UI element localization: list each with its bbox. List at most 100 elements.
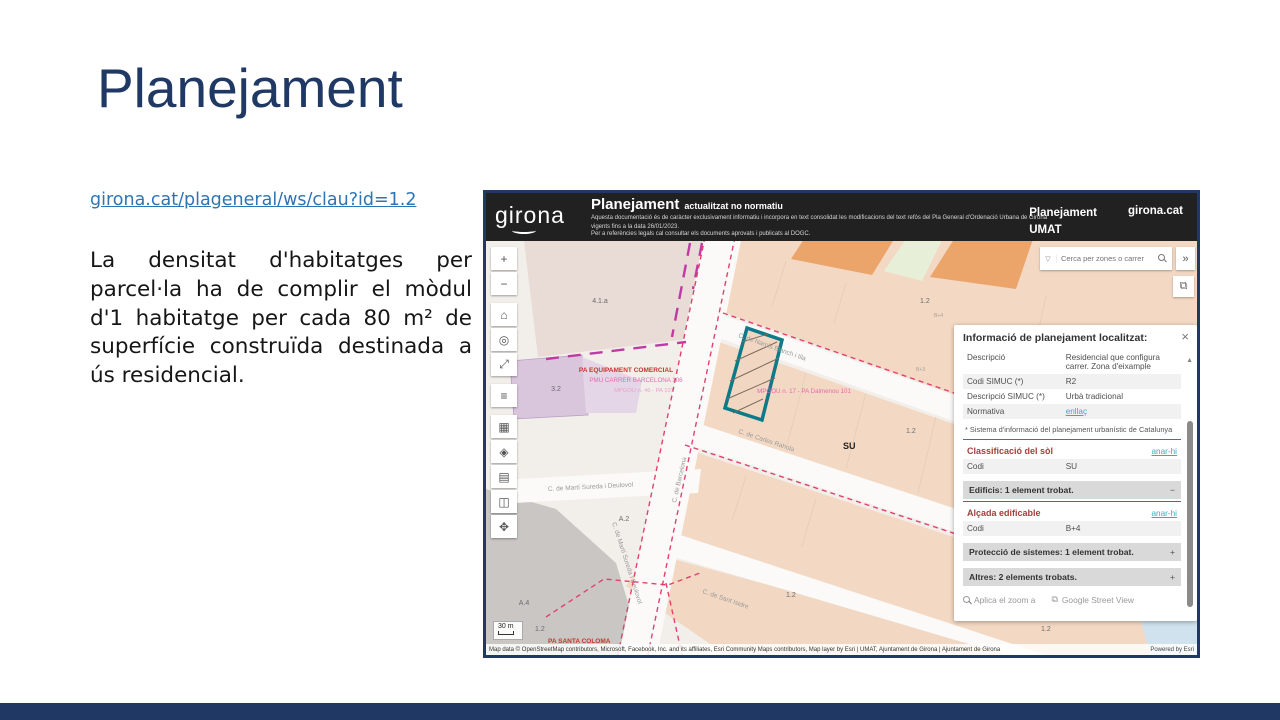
zone-label: 1.2 [920, 298, 930, 305]
zone-label: A.4 [519, 600, 530, 607]
app-title-sub: actualitzat no normatiu [684, 201, 783, 211]
height-code-label: B+3 [916, 367, 925, 373]
header-org-name: UMAT [1029, 222, 1097, 239]
search-filter-dropdown[interactable]: ▽ [1040, 255, 1057, 263]
search-icon[interactable] [1158, 254, 1165, 261]
zoom-in-button[interactable]: + [491, 247, 517, 270]
panel-footnote: * Sistema d'informació del planejament u… [965, 425, 1181, 434]
section-classificacio: Classificació del sòl anar-hi [963, 442, 1181, 459]
table-row: Codi B+4 [963, 521, 1181, 536]
pmu-label: PMU CARRER BARCELONA 106 [589, 377, 683, 384]
row-label: Codi [967, 524, 1066, 533]
legend-button[interactable]: ≡ [491, 384, 517, 407]
zone-label: 1.2 [786, 592, 796, 599]
row-label: Normativa [967, 407, 1066, 416]
row-value: SU [1066, 462, 1177, 471]
section-header-label: Altres: 2 elements trobats. [969, 572, 1077, 582]
expand-icon[interactable]: + [1170, 572, 1175, 582]
measure-button[interactable]: ◫ [491, 490, 517, 513]
proteccio-section-header[interactable]: Protecció de sistemes: 1 element trobat.… [963, 543, 1181, 561]
row-label: Descripció SIMUC (*) [967, 392, 1066, 401]
disclaimer-line-1: Aquesta documentació és de caràcter excl… [591, 214, 1061, 231]
info-panel: Informació de planejament localitzat: × … [954, 325, 1197, 621]
normativa-link[interactable]: enllaç [1066, 407, 1177, 416]
map-toolbar: + − ⌂ ◎ ⤢ ≡ ▦ ◈ ▤ ◫ ✥ [491, 247, 517, 538]
divider [963, 439, 1181, 440]
slide-footer-bar [0, 703, 1280, 720]
extent-button[interactable]: ⤢ [491, 353, 517, 376]
powered-by-text: Powered by Esri [1150, 647, 1194, 653]
section-title: Classificació del sòl [967, 446, 1053, 456]
scale-bar: 30 m [493, 621, 523, 640]
zone-label: 1.2 [1041, 626, 1051, 633]
table-row: Codi SIMUC (*) R2 [963, 374, 1181, 389]
row-label: Descripció [967, 353, 1066, 362]
row-label: Codi SIMUC (*) [967, 377, 1066, 386]
zone-label: 1.2 [906, 428, 916, 435]
table-row: Descripció Residencial que configura car… [963, 350, 1181, 374]
mpgou-label: MPGOU n. 17 - PA Dalmenou 101 [757, 388, 851, 395]
basemap-button[interactable]: ▦ [491, 415, 517, 438]
apply-zoom-label: Aplica el zoom a [974, 595, 1035, 605]
pa-label: PA EQUIPAMENT COMERCIAL [579, 367, 673, 374]
row-value: B+4 [1066, 524, 1177, 533]
table-row: Codi SU [963, 459, 1181, 474]
section-title: Alçada edificable [967, 508, 1041, 518]
app-title-main: Planejament [591, 196, 679, 213]
app-title: Planejament actualitzat no normatiu [591, 196, 783, 214]
goto-link[interactable]: anar-hi [1152, 447, 1178, 456]
zoom-icon [963, 596, 970, 603]
expand-tools-button[interactable]: » [1176, 247, 1195, 270]
table-row: Normativa enllaç [963, 404, 1181, 419]
search-input[interactable] [1057, 254, 1155, 263]
scale-tick [498, 631, 514, 635]
su-label: SU [843, 441, 856, 451]
street-view-label: Google Street View [1062, 595, 1134, 605]
external-link-icon: ⧉ [1051, 594, 1057, 605]
disclaimer-line-2: Per a referències legals cal consultar e… [591, 230, 1061, 239]
map-screenshot: girona Planejamentactualitzat no normati… [483, 190, 1200, 658]
street-view-action[interactable]: ⧉ Google Street View [1051, 594, 1133, 605]
girona-logo-arc [512, 227, 536, 234]
scale-label: 30 m [498, 623, 514, 630]
section-header-label: Protecció de sistemes: 1 element trobat. [969, 547, 1134, 557]
copy-pages-icon[interactable]: ⧉ [1173, 276, 1194, 297]
search-bar: ▽ [1040, 247, 1172, 270]
mpgou-label: MPGOU n. 46 - PA 101 [614, 388, 674, 394]
page-title: Planejament [97, 56, 403, 120]
zone-label: 1.2 [535, 626, 545, 633]
map-canvas[interactable]: 4.1.a 3.2 PA EQUIPAMENT COMERCIAL PMU CA… [486, 241, 1197, 655]
divider [963, 501, 1181, 502]
edificis-section-header[interactable]: Edificis: 1 element trobat. − [963, 481, 1181, 499]
table-row: Descripció SIMUC (*) Urbà tradicional [963, 389, 1181, 404]
goto-link[interactable]: anar-hi [1152, 509, 1178, 518]
row-value: Residencial que configura carrer. Zona d… [1066, 353, 1177, 371]
section-header-label: Edificis: 1 element trobat. [969, 485, 1074, 495]
zone-label: 3.2 [551, 386, 561, 393]
close-icon[interactable]: × [1181, 330, 1189, 343]
print-button[interactable]: ▤ [491, 465, 517, 488]
collapse-icon[interactable]: − [1170, 485, 1175, 495]
apply-zoom-action[interactable]: Aplica el zoom a [963, 595, 1035, 605]
header-app-name: Planejament [1029, 205, 1097, 222]
zoom-out-button[interactable]: − [491, 272, 517, 295]
panel-title: Informació de planejament localitzat: [963, 332, 1181, 344]
locate-button[interactable]: ◎ [491, 328, 517, 351]
scroll-up-icon[interactable]: ▲ [1186, 357, 1193, 364]
zone-label: A.2 [619, 516, 630, 523]
panel-actions: Aplica el zoom a ⧉ Google Street View [963, 594, 1181, 605]
attribution-text: Map data © OpenStreetMap contributors, M… [489, 647, 1000, 653]
row-label: Codi [967, 462, 1066, 471]
pan-button[interactable]: ✥ [491, 515, 517, 538]
scroll-down-icon[interactable]: ▼ [1186, 576, 1193, 583]
layers-button[interactable]: ◈ [491, 440, 517, 463]
attribution-bar: Map data © OpenStreetMap contributors, M… [486, 644, 1197, 655]
source-link[interactable]: girona.cat/plageneral/ws/clau?id=1.2 [90, 190, 416, 210]
home-button[interactable]: ⌂ [491, 303, 517, 326]
altres-section-header[interactable]: Altres: 2 elements trobats. + [963, 568, 1181, 586]
header-site-name: girona.cat [1128, 205, 1183, 217]
row-value: R2 [1066, 377, 1177, 386]
row-value: Urbà tradicional [1066, 392, 1177, 401]
height-code-label: B+4 [934, 313, 943, 319]
expand-icon[interactable]: + [1170, 547, 1175, 557]
